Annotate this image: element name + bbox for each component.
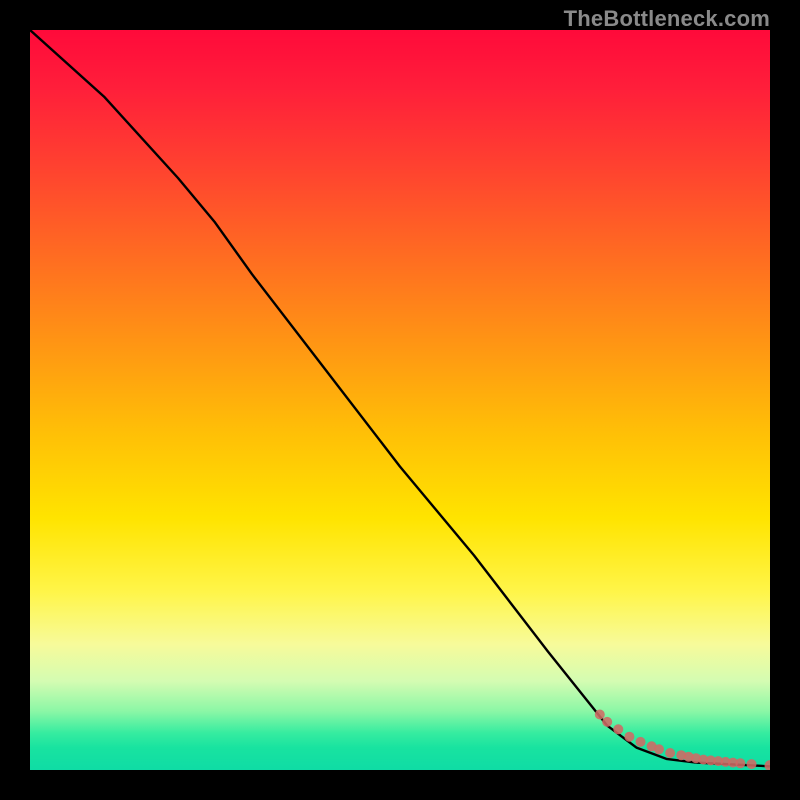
data-point bbox=[654, 744, 664, 754]
curve-line bbox=[30, 30, 770, 766]
data-point bbox=[747, 759, 757, 769]
data-point bbox=[665, 748, 675, 758]
data-point bbox=[624, 732, 634, 742]
data-point bbox=[636, 737, 646, 747]
data-point bbox=[735, 758, 745, 768]
chart-overlay bbox=[30, 30, 770, 770]
watermark-text: TheBottleneck.com bbox=[564, 6, 770, 32]
plot-area bbox=[30, 30, 770, 770]
data-point bbox=[602, 717, 612, 727]
chart-frame: TheBottleneck.com bbox=[0, 0, 800, 800]
data-point bbox=[595, 710, 605, 720]
data-point bbox=[765, 760, 771, 770]
data-point bbox=[613, 724, 623, 734]
